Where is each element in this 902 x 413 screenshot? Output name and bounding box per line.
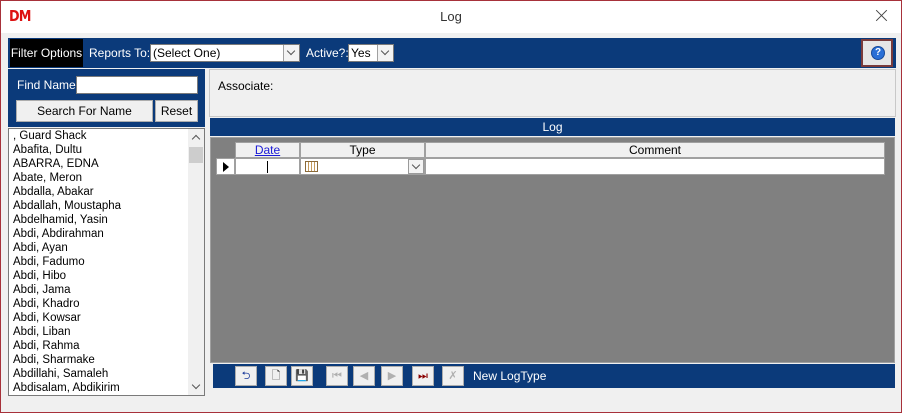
first-record-icon: ⏮	[332, 370, 342, 382]
window-title: Log	[440, 9, 462, 24]
new-document-icon: 🗋	[271, 370, 281, 382]
row-selector-arrow-icon[interactable]	[216, 158, 235, 175]
help-icon: ?	[871, 46, 885, 60]
search-panel: Find Name: Search For Name Reset	[8, 69, 205, 127]
last-record-icon: ⏭	[418, 370, 428, 382]
find-name-label: Find Name:	[17, 78, 80, 92]
new-logtype-link[interactable]: New LogType	[473, 369, 546, 383]
active-label: Active?:	[306, 46, 349, 60]
type-cell[interactable]	[300, 158, 425, 175]
list-item[interactable]: Abate, Meron	[9, 171, 204, 185]
column-header-type[interactable]: Type	[300, 142, 425, 158]
last-record-button[interactable]: ⏭	[412, 366, 434, 386]
previous-record-icon: ◀	[359, 370, 369, 382]
delete-record-button[interactable]: ✗	[442, 366, 464, 386]
find-name-input[interactable]	[76, 76, 198, 94]
column-header-comment[interactable]: Comment	[425, 142, 885, 158]
search-for-name-button[interactable]: Search For Name	[16, 100, 153, 122]
active-select[interactable]: Yes	[348, 44, 394, 62]
list-item[interactable]: Abdallah, Moustapha	[9, 199, 204, 213]
list-item[interactable]: Abafita, Dultu	[9, 143, 204, 157]
log-window: DM Log Filter Options Reports To: (Selec…	[0, 0, 902, 413]
new-record-button[interactable]: 🗋	[265, 366, 287, 386]
list-item[interactable]: ABARRA, EDNA	[9, 157, 204, 171]
chevron-down-icon[interactable]	[408, 159, 424, 174]
filter-bar: Filter Options Reports To: (Select One) …	[8, 38, 896, 68]
text-caret	[267, 161, 268, 173]
help-button[interactable]: ?	[861, 39, 893, 67]
list-item[interactable]: Abdi, Jama	[9, 283, 204, 297]
undo-icon: ⮌	[241, 370, 251, 382]
associate-label: Associate:	[218, 79, 274, 93]
comment-cell[interactable]	[425, 158, 885, 175]
list-item[interactable]: Abdi, Sharmake	[9, 353, 204, 367]
list-item[interactable]: Abdi, Rahma	[9, 339, 204, 353]
chevron-down-icon[interactable]	[377, 45, 393, 61]
next-record-icon: ▶	[387, 370, 397, 382]
reports-to-value: (Select One)	[153, 46, 221, 60]
list-item[interactable]: Abdelhamid, Yasin	[9, 213, 204, 227]
log-grid: Date Type Comment	[210, 137, 895, 363]
list-item[interactable]: Abdi, Ayan	[9, 241, 204, 255]
list-item[interactable]: Abdi, Fadumo	[9, 255, 204, 269]
associate-area: Associate:	[209, 69, 896, 117]
undo-button[interactable]: ⮌	[235, 366, 257, 386]
list-item[interactable]: Abdi, Kowsar	[9, 311, 204, 325]
close-icon[interactable]	[873, 7, 891, 25]
save-icon: 💾	[295, 370, 309, 382]
list-item[interactable]: , Guard Shack	[9, 129, 204, 143]
list-item[interactable]: Abdalla, Abakar	[9, 185, 204, 199]
log-header: Log	[210, 118, 895, 136]
column-header-date[interactable]: Date	[235, 142, 300, 158]
record-nav-bar: ⮌ 🗋 💾 ⏮ ◀ ▶ ⏭ ✗ New LogType	[213, 364, 895, 388]
name-list[interactable]: , Guard Shack Abafita, Dultu ABARRA, EDNA A…	[8, 128, 205, 396]
name-list-items: , Guard Shack Abafita, Dultu ABARRA, EDNA A…	[9, 129, 204, 395]
filter-options-tab[interactable]: Filter Options	[10, 39, 83, 67]
list-item[interactable]: Abdillahi, Samaleh	[9, 367, 204, 381]
reports-to-select[interactable]: (Select One)	[150, 44, 300, 62]
list-item[interactable]: Abdi, Khadro	[9, 297, 204, 311]
scroll-thumb[interactable]	[189, 147, 203, 163]
reports-to-label: Reports To:	[89, 46, 151, 60]
title-bar: DM Log	[1, 1, 901, 33]
chevron-down-icon[interactable]	[283, 45, 299, 61]
previous-record-button[interactable]: ◀	[353, 366, 375, 386]
date-sort-link[interactable]: Date	[255, 143, 280, 157]
active-value: Yes	[351, 46, 371, 60]
scroll-down-icon[interactable]	[188, 379, 204, 395]
calendar-icon[interactable]	[305, 161, 318, 172]
next-record-button[interactable]: ▶	[381, 366, 403, 386]
reset-button[interactable]: Reset	[155, 100, 198, 122]
list-item[interactable]: Abdi, Abdirahman	[9, 227, 204, 241]
list-item[interactable]: Abdi, Hibo	[9, 269, 204, 283]
date-cell[interactable]	[235, 158, 300, 175]
save-button[interactable]: 💾	[291, 366, 313, 386]
list-item[interactable]: Abdisalam, Abdikirim	[9, 381, 204, 395]
list-item[interactable]: Abdi, Liban	[9, 325, 204, 339]
delete-icon: ✗	[448, 370, 458, 382]
scroll-up-icon[interactable]	[188, 129, 204, 145]
first-record-button[interactable]: ⏮	[326, 366, 348, 386]
list-scrollbar[interactable]	[188, 129, 204, 395]
